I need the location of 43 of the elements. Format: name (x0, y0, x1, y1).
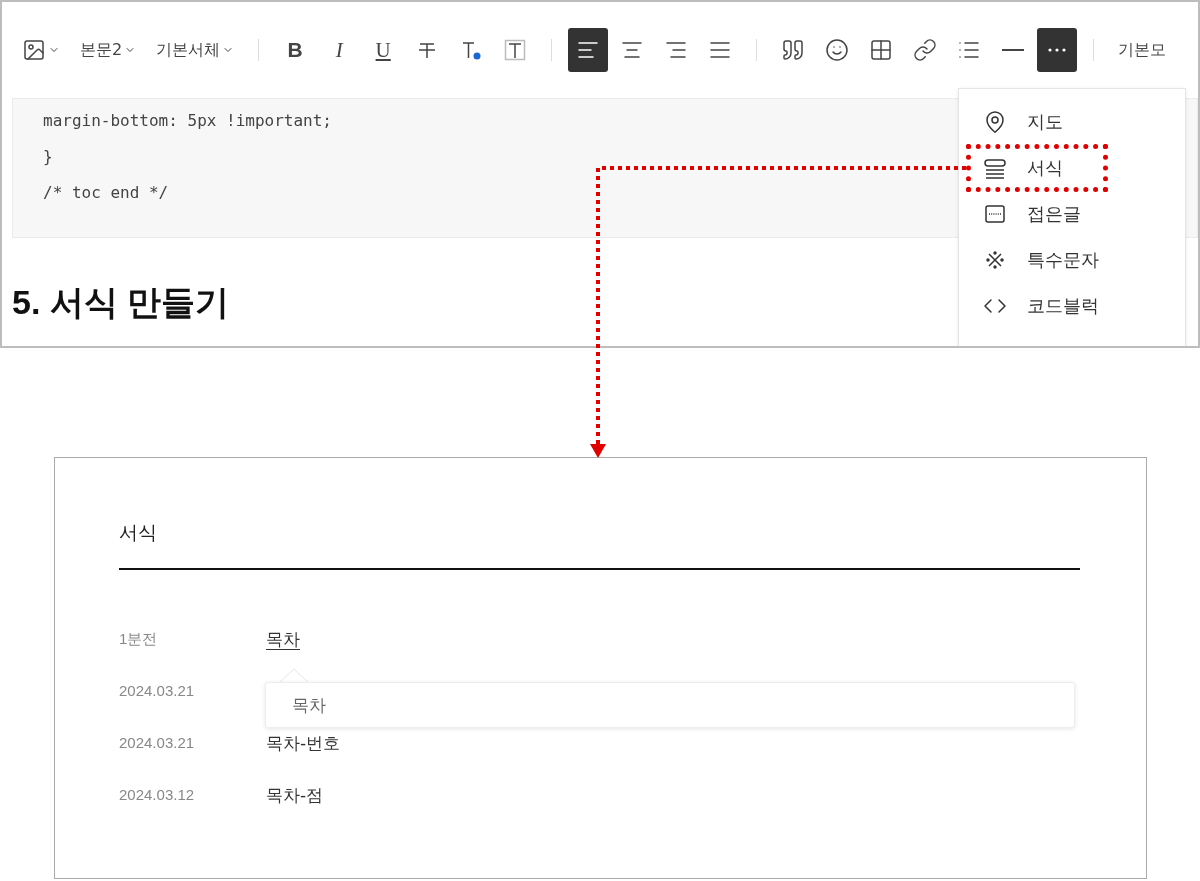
tooltip-text: 목차 (292, 693, 326, 717)
paragraph-dropdown[interactable]: 기본모 (1110, 35, 1175, 65)
menu-item[interactable]: 코드블럭 (967, 283, 1107, 329)
code-line: margin-bottom: 5px !important; (43, 110, 332, 132)
format-button[interactable]: U (363, 28, 404, 72)
menu-item-label: 접은글 (1027, 202, 1081, 226)
quote-icon (781, 38, 806, 62)
template-link[interactable]: 목차-점 (266, 784, 324, 807)
align-button[interactable] (568, 28, 609, 72)
menu-item-label: 서식 (1027, 156, 1063, 180)
template-date: 1분전 (119, 629, 159, 649)
text-background-icon (503, 38, 528, 62)
collapse-box-icon (983, 202, 1007, 226)
format-button[interactable]: I (319, 28, 360, 72)
template-link[interactable]: 목차-번호 (266, 732, 341, 755)
smiley-icon (825, 38, 850, 62)
template-date: 2024.03.21 (119, 733, 196, 751)
map-pin-icon (983, 110, 1007, 134)
table-icon (869, 38, 894, 62)
link-icon (913, 38, 938, 62)
style-dropdown[interactable]: 기본서체 (148, 35, 243, 65)
template-icon (983, 156, 1007, 180)
menu-item[interactable]: 접은글 (967, 191, 1107, 237)
menu-item-label: 지도 (1027, 110, 1063, 134)
template-date: 2024.03.12 (119, 785, 196, 803)
menu-item-label: 특수문자 (1027, 248, 1099, 272)
horizontal-line-icon (1002, 49, 1025, 51)
insert-button[interactable] (1037, 28, 1078, 72)
menu-item-label: 코드블럭 (1027, 294, 1099, 318)
code-line: /* toc end */ (43, 182, 169, 204)
menu-item[interactable]: 서식 (967, 145, 1107, 191)
format-button[interactable]: B (275, 28, 316, 72)
menu-item[interactable]: 특수문자 (967, 237, 1107, 283)
dialog-title: 서식 (119, 520, 158, 545)
template-date: 2024.03.21 (119, 681, 196, 699)
section-heading: 5. 서식 만들기 (12, 282, 230, 323)
style-dropdown[interactable]: 본문2 (72, 35, 145, 65)
menu-item[interactable]: 지도 (967, 99, 1107, 145)
code-line: } (43, 146, 53, 168)
more-icon (1048, 48, 1067, 52)
image-icon (22, 38, 46, 62)
template-link[interactable]: 목차 (266, 628, 300, 651)
reference-mark-icon (983, 248, 1007, 272)
